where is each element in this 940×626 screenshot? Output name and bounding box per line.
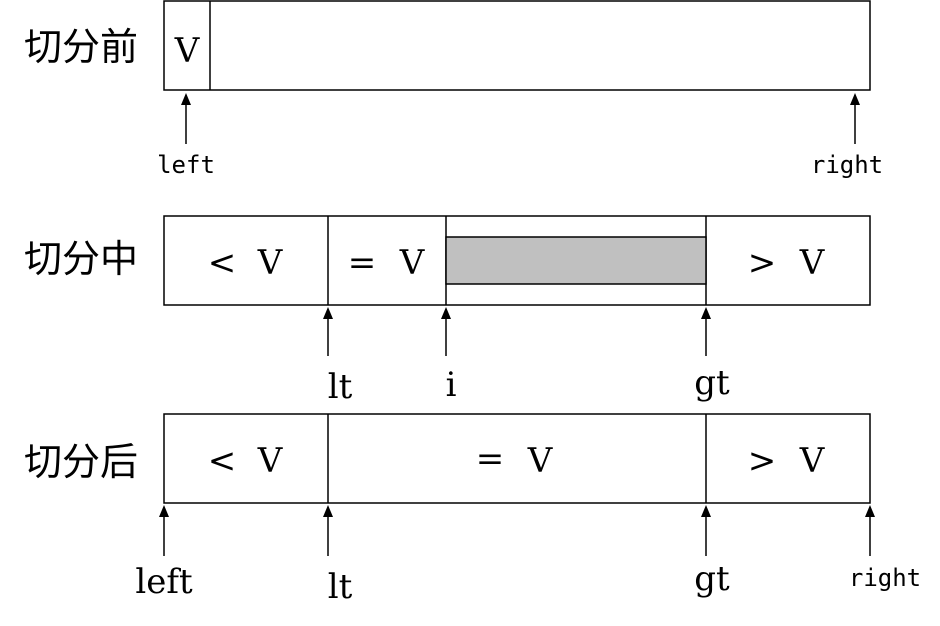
pivot-cell-label: V [174,31,201,71]
array-box-before [163,0,871,91]
gt-pointer-label: gt [694,363,730,403]
equal-symbol: = [348,243,377,283]
equal-value: V [399,243,426,283]
i-pointer-arrow [441,307,451,356]
greater-than-symbol: > [748,243,777,283]
right-pointer-arrow-after [865,505,875,556]
greater-than-value-after: V [799,441,826,481]
unprocessed-region [445,236,707,285]
lt-pointer-label-after: lt [328,567,353,607]
equal-symbol-after: = [476,439,505,479]
left-pointer-arrow [181,93,191,144]
less-than-value: V [257,243,284,283]
lt-pointer-arrow [323,307,333,356]
greater-than-symbol-after: > [748,441,777,481]
left-pointer-label-after: left [135,562,193,602]
i-pointer-label: i [446,365,457,405]
row-during: 切分中 < V = V > V lt i gt [24,215,871,407]
lt-pointer-label: lt [328,367,353,407]
left-pointer-arrow-after [159,505,169,556]
right-pointer-label: right [811,151,883,179]
less-than-symbol-after: < [208,441,237,481]
row-during-label: 切分中 [24,237,138,281]
lt-pointer-arrow-after [323,505,333,556]
gt-pointer-arrow-after [701,505,711,556]
row-after: 切分后 < V = V > V left lt gt right [24,413,921,607]
right-pointer-label-after: right [849,564,921,592]
row-before-label: 切分前 [24,25,138,69]
equal-value-after: V [527,441,554,481]
partition-diagram: 切分前 V left right 切分中 < V = V > V lt i gt… [24,0,921,607]
row-before: 切分前 V left right [24,0,883,179]
less-than-symbol: < [208,243,237,283]
gt-pointer-arrow [701,307,711,356]
gt-pointer-label-after: gt [694,559,730,599]
right-pointer-arrow [850,93,860,144]
left-pointer-label: left [157,151,215,179]
row-after-label: 切分后 [24,440,138,484]
greater-than-value: V [799,243,826,283]
less-than-value-after: V [257,441,284,481]
